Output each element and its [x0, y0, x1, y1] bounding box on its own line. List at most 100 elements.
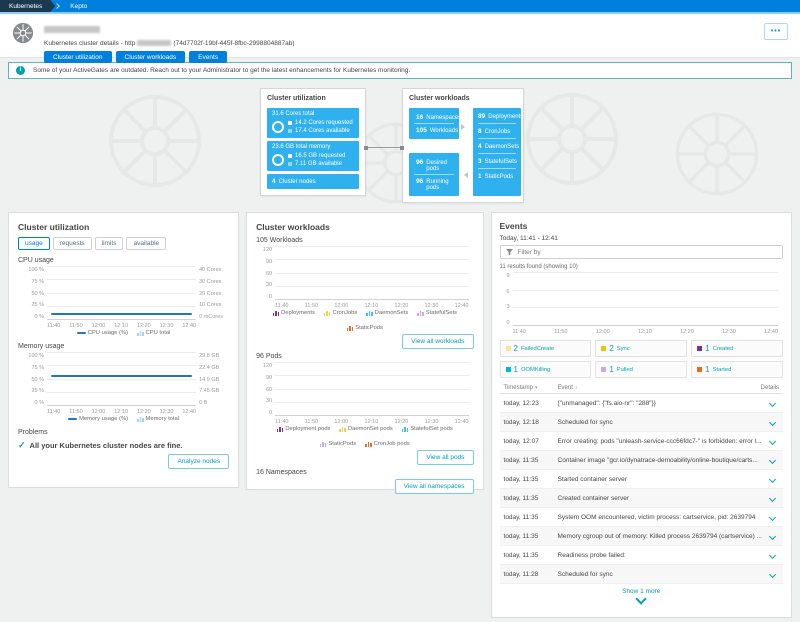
- workload-kind-row: 4DaemonSets: [478, 138, 516, 153]
- kubernetes-logo-icon: [12, 22, 34, 51]
- events-chart: 963011:4011:5012:0012:1012:2012:3012:40: [500, 273, 783, 335]
- chevron-down-icon[interactable]: [769, 513, 776, 520]
- memory-tile[interactable]: 23.6 GB total memory 16.5 GB requested 7…: [267, 141, 359, 171]
- tab-available[interactable]: available: [126, 237, 166, 250]
- chevron-down-icon[interactable]: [769, 570, 776, 577]
- event-row[interactable]: today, 12:07Error creating: pods "unleas…: [500, 432, 783, 451]
- chevron-down-icon[interactable]: [769, 551, 776, 558]
- view-all-pods-button[interactable]: View all pods: [417, 450, 473, 465]
- tab-usage[interactable]: usage: [18, 237, 50, 250]
- bars-swatch-icon: [277, 427, 284, 432]
- chevron-down-icon[interactable]: [769, 475, 776, 482]
- event-color-swatch: [697, 367, 702, 372]
- analyze-nodes-button[interactable]: Analyze nodes: [168, 454, 229, 469]
- events-panel-title: Events: [500, 221, 783, 231]
- info-icon: i: [16, 66, 25, 75]
- event-row[interactable]: today, 12:18Scheduled for sync: [500, 413, 783, 432]
- event-color-swatch: [601, 346, 606, 351]
- nodes-tile[interactable]: 4Cluster nodes: [267, 174, 359, 189]
- cluster-title: Kubernetes cluster details - http(74d770…: [44, 40, 788, 47]
- event-row[interactable]: today, 11:35Started container server: [500, 470, 783, 489]
- cores-tile[interactable]: 31.6 Cores total 14.2 Cores requested 17…: [267, 108, 359, 138]
- legend-item: StatefulSets: [417, 310, 457, 316]
- chevron-down-icon[interactable]: [769, 456, 776, 463]
- legend-item: DaemonSet pods: [339, 426, 392, 432]
- header-tab-button[interactable]: Cluster utilization: [44, 51, 112, 63]
- chevron-down-icon[interactable]: [769, 494, 776, 501]
- event-filter-pill[interactable]: 1Created: [691, 340, 783, 357]
- problems-label: Problems: [18, 429, 229, 436]
- event-filter-pill[interactable]: 2Sync: [595, 340, 687, 357]
- header-tab-button[interactable]: Cluster workloads: [116, 51, 186, 63]
- arrow-left-icon: [461, 172, 468, 178]
- pods-chart: 120906030011:4011:5012:0012:1012:2012:30…: [256, 363, 473, 425]
- redacted-url: [137, 40, 171, 46]
- namespaces-workloads-tile[interactable]: 16Namespaces 105Workloads: [409, 108, 459, 139]
- events-results-count: 11 results found (showing 10): [500, 264, 783, 270]
- page: Kubernetes Kepto Kubernetes cluster detai…: [0, 0, 800, 622]
- chevron-right-icon: [54, 3, 60, 9]
- more-options-button[interactable]: •••: [764, 23, 788, 40]
- chevron-down-icon[interactable]: [769, 399, 776, 406]
- chevron-down-icon[interactable]: [769, 418, 776, 425]
- event-row[interactable]: today, 11:35Readiness probe failed:: [500, 546, 783, 565]
- chevron-down-icon[interactable]: [769, 532, 776, 539]
- event-timestamp: today, 11:35: [504, 533, 558, 540]
- view-all-namespaces-button[interactable]: View all namespaces: [395, 479, 474, 494]
- event-column-header[interactable]: Event↕: [558, 385, 753, 391]
- workloads-panel-title: Cluster workloads: [256, 222, 473, 232]
- event-row[interactable]: today, 11:35System OOM encountered, vict…: [500, 508, 783, 527]
- event-timestamp: today, 11:35: [504, 457, 558, 464]
- legend-item: StatefulSet pods: [402, 426, 453, 432]
- breadcrumb-item[interactable]: Kepto: [61, 0, 96, 12]
- header-tab-button[interactable]: Events: [189, 51, 227, 63]
- sort-desc-icon: ▾: [535, 385, 538, 391]
- bars-swatch-icon: [365, 442, 372, 447]
- events-table: Timestamp▾ Event↕ Details today, 12:23{"…: [500, 383, 783, 584]
- breadcrumb-item[interactable]: Kubernetes: [0, 0, 55, 12]
- filter-input[interactable]: [518, 249, 777, 256]
- chevron-down-icon[interactable]: [769, 437, 776, 444]
- event-color-swatch: [697, 346, 702, 351]
- workloads-columns: 16Namespaces 105Workloads 96Desired pods…: [409, 108, 517, 196]
- pods-tile[interactable]: 96Desired pods 96Running pods: [409, 153, 459, 196]
- event-row[interactable]: today, 11:28Scheduled for sync: [500, 565, 783, 584]
- legend-item: CronJobs: [324, 310, 357, 316]
- event-filter-pill[interactable]: 1Started: [691, 361, 783, 378]
- detail-panels: Cluster utilization usagerequestslimitsa…: [0, 207, 800, 622]
- tab-limits[interactable]: limits: [95, 237, 124, 250]
- event-timestamp: today, 12:23: [504, 400, 558, 407]
- bars-swatch-icon: [366, 311, 373, 316]
- legend-item: Memory total: [137, 416, 179, 422]
- event-filter-pill[interactable]: 1Pulled: [595, 361, 687, 378]
- card-connector-line: [366, 147, 402, 148]
- workloads-card-title: Cluster workloads: [409, 95, 517, 102]
- event-row[interactable]: today, 12:23{"unmanaged": {"fs.aio-nr": …: [500, 394, 783, 413]
- event-row[interactable]: today, 11:35Memory cgroup out of memory:…: [500, 527, 783, 546]
- event-message: Scheduled for sync: [558, 419, 770, 426]
- workload-kinds-tile[interactable]: 89Deployments8CronJobs4DaemonSets3Statef…: [473, 108, 521, 196]
- workloads-count-label: 105 Workloads: [256, 237, 473, 244]
- timestamp-column-header[interactable]: Timestamp▾: [504, 385, 558, 391]
- cpu-usage-chart: 100 %75 %50 %25 %0 %40 Cores30 Cores20 C…: [18, 267, 229, 329]
- cores-available: 17.4 Cores available: [295, 128, 350, 134]
- cluster-diagram: Cluster utilization 31.6 Cores total 14.…: [0, 79, 800, 207]
- tab-requests[interactable]: requests: [53, 237, 92, 250]
- bars-swatch-icon: [339, 427, 346, 432]
- workload-kind-row: 89Deployments: [478, 109, 516, 123]
- event-filter-pill[interactable]: 2FailedCreate: [500, 340, 592, 357]
- kubernetes-watermark-icon: [105, 91, 205, 191]
- memory-requested: 16.5 GB requested: [295, 153, 345, 159]
- event-row[interactable]: today, 11:35Container image "gcr.io/dyna…: [500, 451, 783, 470]
- event-message: {"unmanaged": {"fs.aio-nr": "288"}}: [558, 400, 770, 407]
- pods-legend: Deployment pods DaemonSet pods StatefulSet…: [256, 426, 473, 447]
- workloads-card: Cluster workloads 16Namespaces 105Worklo…: [402, 88, 524, 203]
- event-row[interactable]: today, 11:35Created container server: [500, 489, 783, 508]
- problems-status: ✓ All your Kubernetes cluster nodes are …: [18, 440, 229, 451]
- cores-requested: 14.2 Cores requested: [295, 120, 353, 126]
- view-all-workloads-button[interactable]: View all workloads: [402, 334, 473, 349]
- event-filter-pill[interactable]: 1OOMKilling: [500, 361, 592, 378]
- expand-chevron-icon[interactable]: [636, 593, 647, 604]
- legend-item: Deployment pods: [277, 426, 331, 432]
- memory-total: 23.6 GB total memory: [272, 144, 354, 150]
